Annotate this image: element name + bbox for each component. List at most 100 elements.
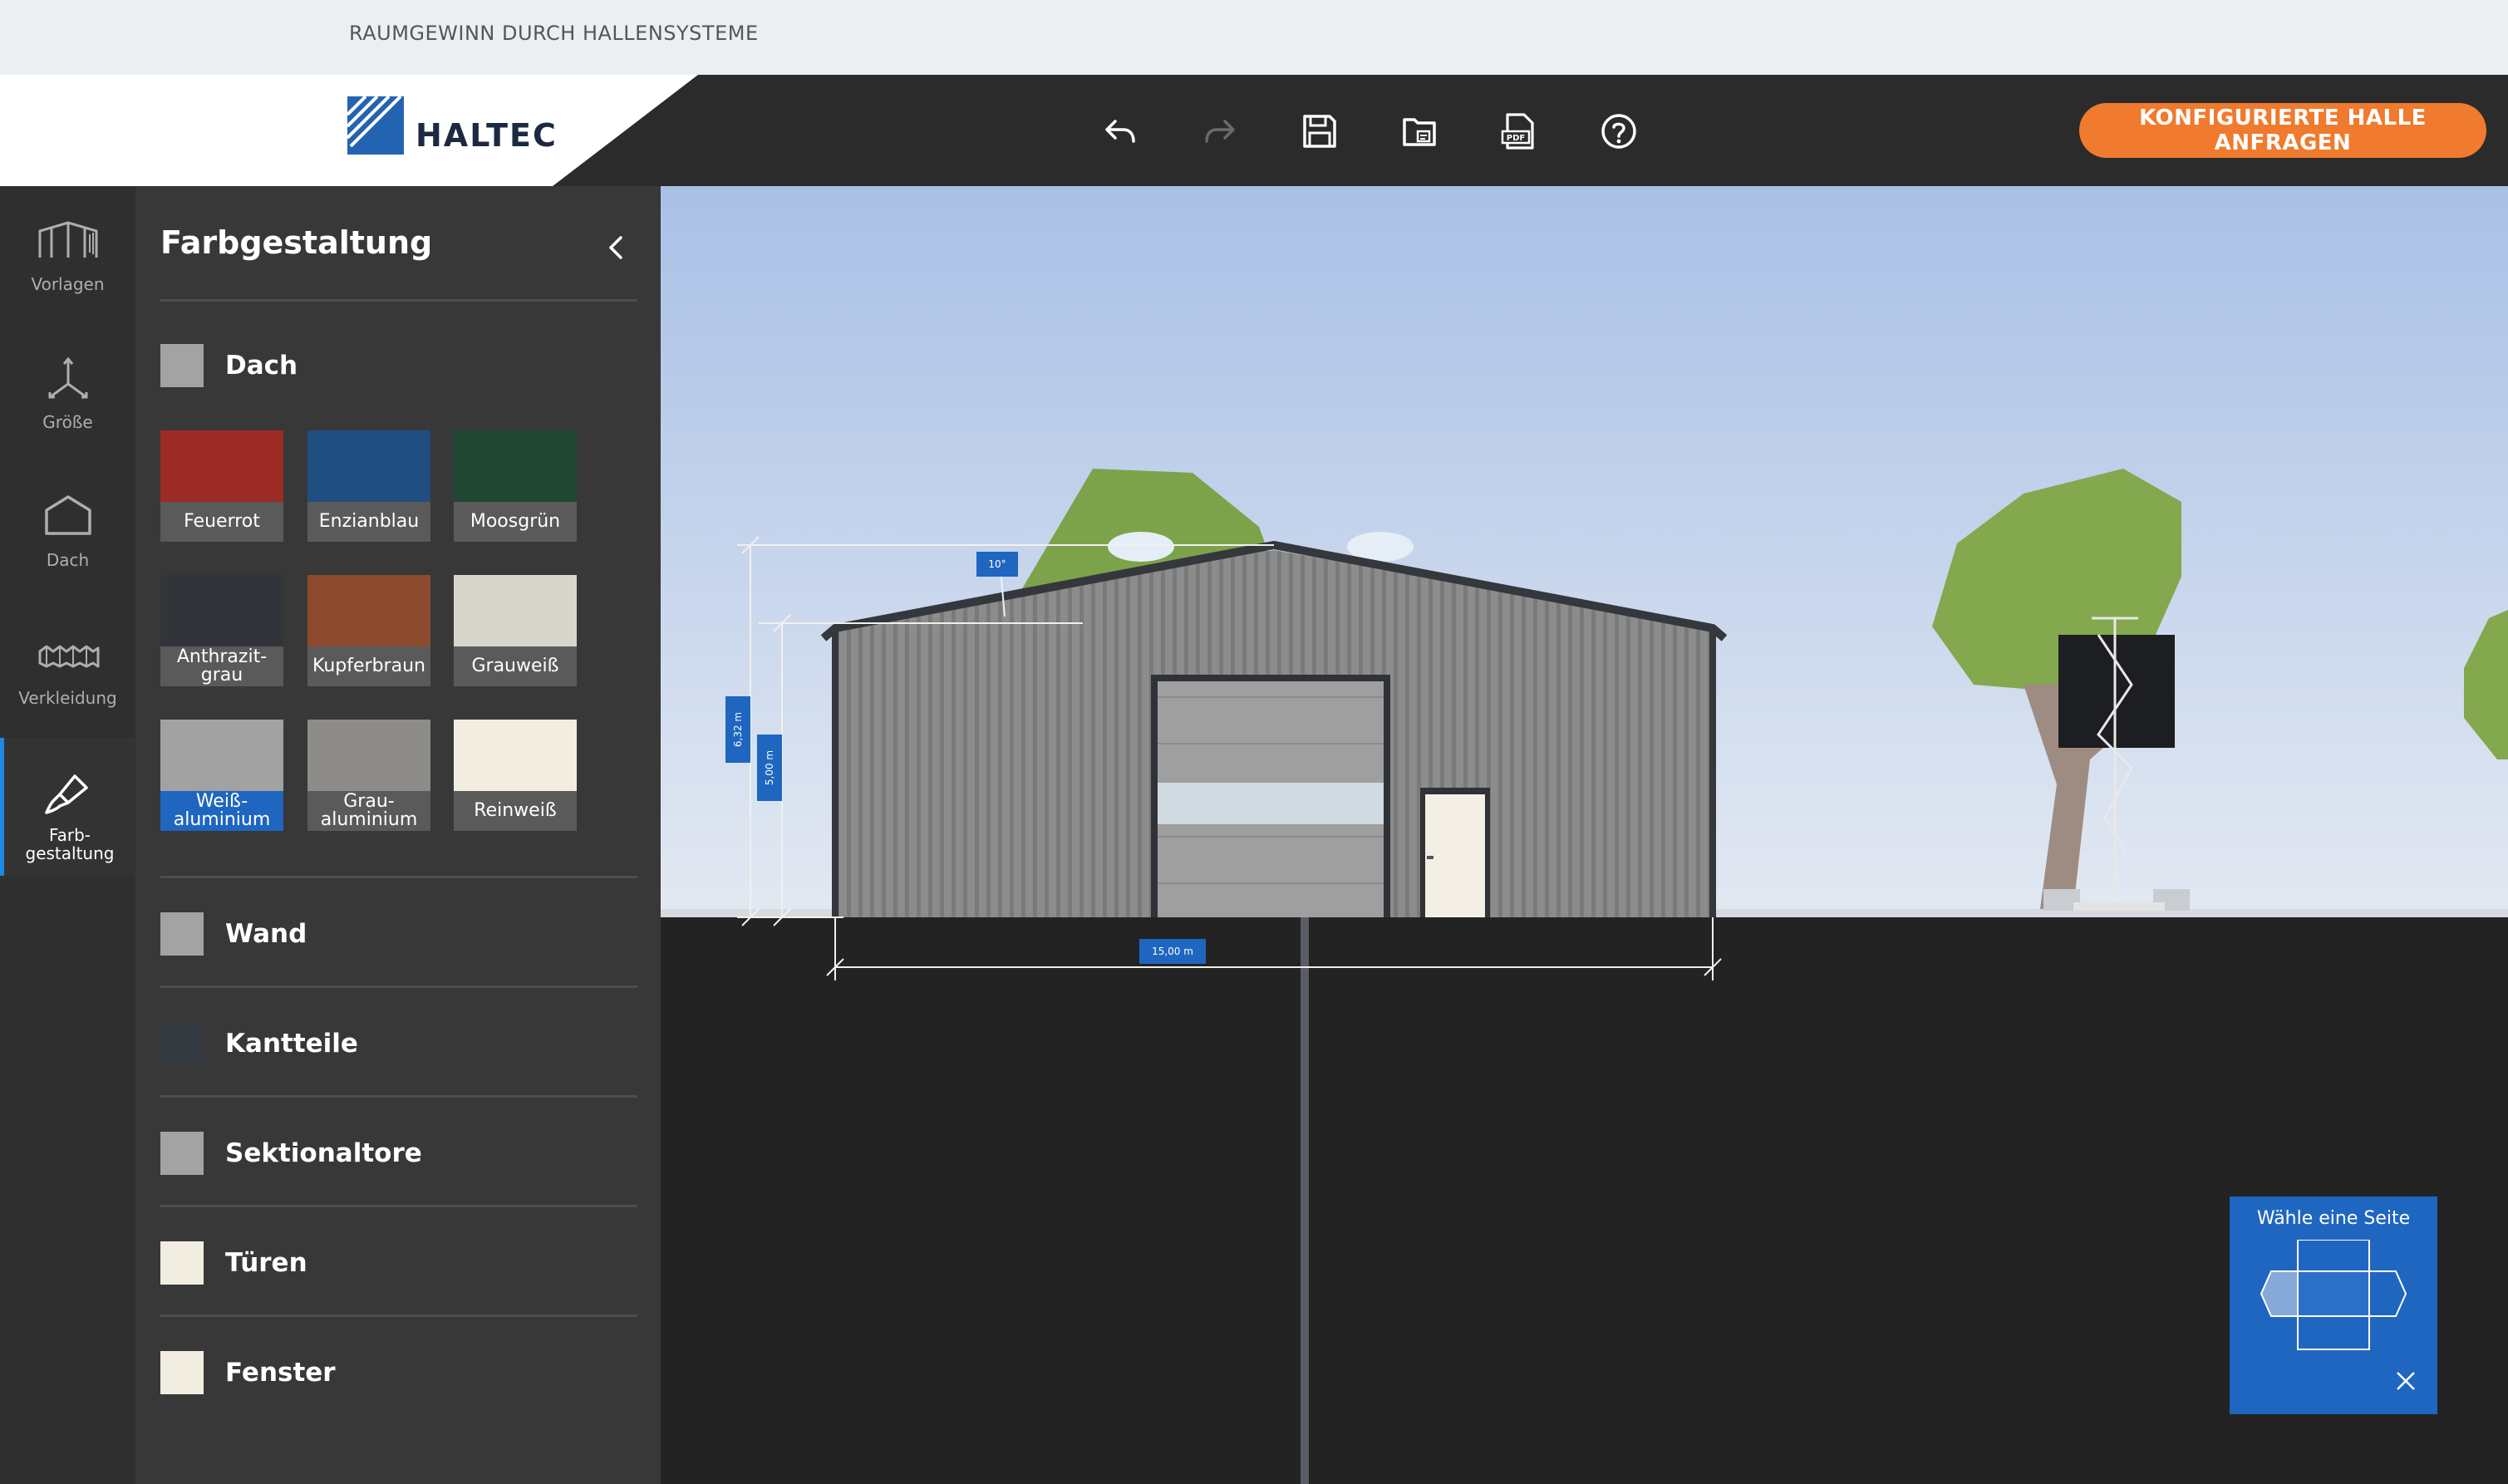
swatch-color [307,720,430,791]
swatch-label: Feuerrot [160,502,283,542]
tagline: RAUMGEWINN DURCH HALLENSYSTEME [349,22,759,45]
nav-item-vorlagen[interactable]: Vorlagen [0,186,135,319]
nav-item-verkleidung[interactable]: Verkleidung [0,600,135,733]
section-swatch-dach [160,344,204,387]
section-label-dach: Dach [225,351,298,381]
undo-icon [1105,120,1135,143]
divider [160,985,637,988]
undo-button[interactable] [1090,101,1150,161]
color-swatch-graualuminium[interactable]: Grau- aluminium [307,720,430,831]
section-dach[interactable]: Dach [160,341,637,391]
side-back[interactable] [2297,1240,2370,1272]
roof-icon [44,495,91,535]
swatch-label: Grau- aluminium [307,791,430,831]
close-icon[interactable] [2389,1364,2422,1398]
swatch-label: Anthrazit- grau [160,646,283,686]
size-axes-icon [48,356,87,399]
swatch-color [307,575,430,646]
swatch-label: Enzianblau [307,502,430,542]
side-picker-title: Wähle eine Seite [2256,1208,2411,1229]
cladding-icon [38,645,99,668]
nav-item-groesse[interactable]: Größe [0,324,135,457]
section-swatch-sektionaltore [160,1132,204,1175]
gate-window-strip [1158,783,1384,824]
color-swatch-reinweiss[interactable]: Reinweiß [454,720,577,831]
color-swatch-anthrazitgrau[interactable]: Anthrazit- grau [160,575,283,686]
color-swatch-feuerrot[interactable]: Feuerrot [160,430,283,542]
haltec-logo-mark-icon [347,96,404,155]
section-tueren[interactable]: Türen [160,1238,637,1288]
open-file-button[interactable] [1389,101,1449,161]
color-swatch-grauweiss[interactable]: Grauweiß [454,575,577,686]
top-banner: RAUMGEWINN DURCH HALLENSYSTEME [0,0,2508,75]
swatch-label: Moosgrün [454,502,577,542]
nav-label-farbgestaltung: Farb- gestaltung [25,825,115,863]
divider [160,1205,637,1207]
panel-title: Farbgestaltung [160,224,433,261]
header: HALTEC PDF KONFIGURIERTE HALLE ANFRAGEN [0,75,2508,186]
section-fenster[interactable]: Fenster [160,1348,637,1398]
side-picker[interactable]: Wähle eine Seite [2230,1197,2437,1414]
section-label-wand: Wand [225,919,307,949]
swatch-color [160,575,283,646]
section-label-tueren: Türen [225,1248,307,1278]
swatch-color [454,575,577,646]
section-swatch-wand [160,912,204,956]
help-button[interactable] [1589,101,1649,161]
nav-label-dach: Dach [46,550,90,570]
side-roof[interactable] [2297,1270,2370,1317]
swatch-color [160,430,283,502]
section-sektionaltore[interactable]: Sektionaltore [160,1128,637,1178]
open-file-icon [1403,118,1436,146]
dim-label-height-total: 6,32 m [732,711,745,748]
nav-label-verkleidung: Verkleidung [18,688,117,708]
section-label-sektionaltore: Sektionaltore [225,1138,422,1168]
swatch-color [307,430,430,502]
redo-icon [1205,120,1235,143]
dim-label-roof-angle: 10° [976,552,1018,577]
door [1425,794,1485,917]
section-label-kantteile: Kantteile [225,1029,358,1059]
divider [160,1314,637,1317]
redo-button[interactable] [1190,101,1250,161]
side-left-selected[interactable] [2260,1270,2299,1317]
swatch-label: Reinweiß [454,791,577,831]
haltec-logo[interactable]: HALTEC [347,96,558,155]
color-swatch-enzianblau[interactable]: Enzianblau [307,430,430,542]
divider [160,876,637,878]
color-panel: Farbgestaltung Dach Feuerrot Enzianblau … [135,186,661,1484]
color-swatch-moosgruen[interactable]: Moosgrün [454,430,577,542]
divider [160,299,637,302]
toolbar: PDF [1090,101,1649,161]
help-icon [1601,114,1636,149]
signboard [2058,635,2175,748]
dim-label-height-eave-box: 5,00 m [757,735,782,801]
mast-base [2073,902,2165,911]
paint-brush-icon [45,774,88,814]
color-swatch-kupferbraun[interactable]: Kupferbraun [307,575,430,686]
swatch-color [160,720,283,791]
center-axis-line [1301,917,1309,1484]
side-right[interactable] [2368,1270,2407,1317]
left-nav: Vorlagen Größe Dach Verkleidung Farb- ge… [0,186,135,1484]
save-button[interactable] [1290,101,1350,161]
side-front[interactable] [2297,1315,2370,1350]
nav-label-vorlagen: Vorlagen [31,274,105,294]
nav-item-farbgestaltung[interactable]: Farb- gestaltung [0,738,135,876]
section-label-fenster: Fenster [225,1358,336,1388]
collapse-panel-icon[interactable] [601,233,631,263]
swatch-label: Grauweiß [454,646,577,686]
nav-item-dach[interactable]: Dach [0,462,135,595]
color-swatch-weissaluminium[interactable]: Weiß- aluminium [160,720,283,831]
pdf-export-button[interactable]: PDF [1489,101,1549,161]
templates-icon [38,221,97,258]
section-wand[interactable]: Wand [160,909,637,959]
section-swatch-kantteile [160,1022,204,1065]
pdf-icon: PDF [1501,113,1534,150]
dim-label-height-total-box: 6,32 m [725,696,750,763]
logo-text: HALTEC [416,117,558,154]
section-kantteile[interactable]: Kantteile [160,1019,637,1069]
dim-label-width: 15,00 m [1139,939,1206,964]
swatch-label: Kupferbraun [307,646,430,686]
request-hall-button[interactable]: KONFIGURIERTE HALLE ANFRAGEN [2079,103,2486,158]
